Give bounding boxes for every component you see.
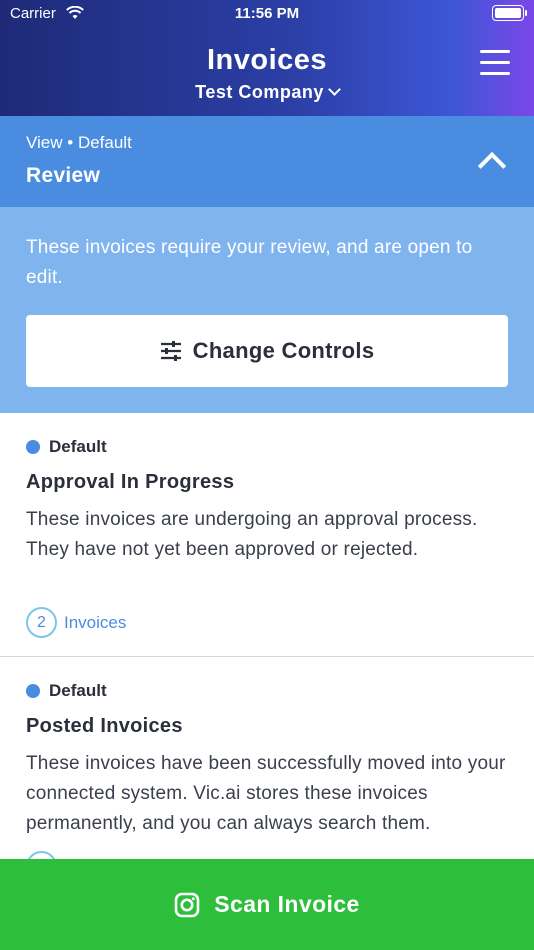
collapse-button[interactable] — [474, 146, 510, 181]
view-bar[interactable]: View • Default Review — [0, 116, 534, 207]
divider — [0, 656, 534, 657]
change-controls-label: Change Controls — [192, 338, 375, 363]
status-time: 11:56 PM — [234, 5, 300, 22]
change-controls-button[interactable]: Change Controls — [26, 315, 508, 387]
page-title: Invoices — [206, 44, 328, 76]
view-description: These invoices require your review, and … — [26, 237, 473, 288]
menu-button[interactable] — [480, 50, 510, 75]
sliders-icon — [160, 341, 181, 361]
view-name: Review — [26, 164, 101, 187]
status-dot — [26, 440, 40, 454]
item-title: Approval In Progress — [26, 471, 235, 493]
battery-icon — [492, 5, 527, 21]
company-name: Test Company — [195, 82, 324, 102]
camera-icon — [174, 892, 200, 917]
status-bar: Carrier 11:56 PM — [0, 0, 534, 28]
scan-invoice-label: Scan Invoice — [214, 891, 360, 917]
item-tag: Default — [49, 681, 107, 700]
status-dot — [26, 684, 40, 698]
app-header: Carrier 11:56 PM Invoices Test Company — [0, 0, 534, 116]
item-description: These invoices are undergoing an approva… — [26, 509, 478, 560]
chevron-down-icon — [327, 83, 341, 96]
view-caption: View • Default — [26, 133, 132, 152]
item-tag: Default — [49, 437, 107, 456]
count-label[interactable]: Invoices — [64, 613, 126, 633]
scan-invoice-button[interactable]: Scan Invoice — [0, 859, 534, 950]
chevron-up-icon — [477, 151, 507, 181]
item-description: These invoices have been successfully mo… — [26, 753, 506, 834]
view-description-panel: These invoices require your review, and … — [0, 207, 534, 413]
count-badge: 2 — [26, 607, 57, 638]
company-selector[interactable]: Test Company — [0, 82, 534, 103]
item-title: Posted Invoices — [26, 715, 183, 737]
